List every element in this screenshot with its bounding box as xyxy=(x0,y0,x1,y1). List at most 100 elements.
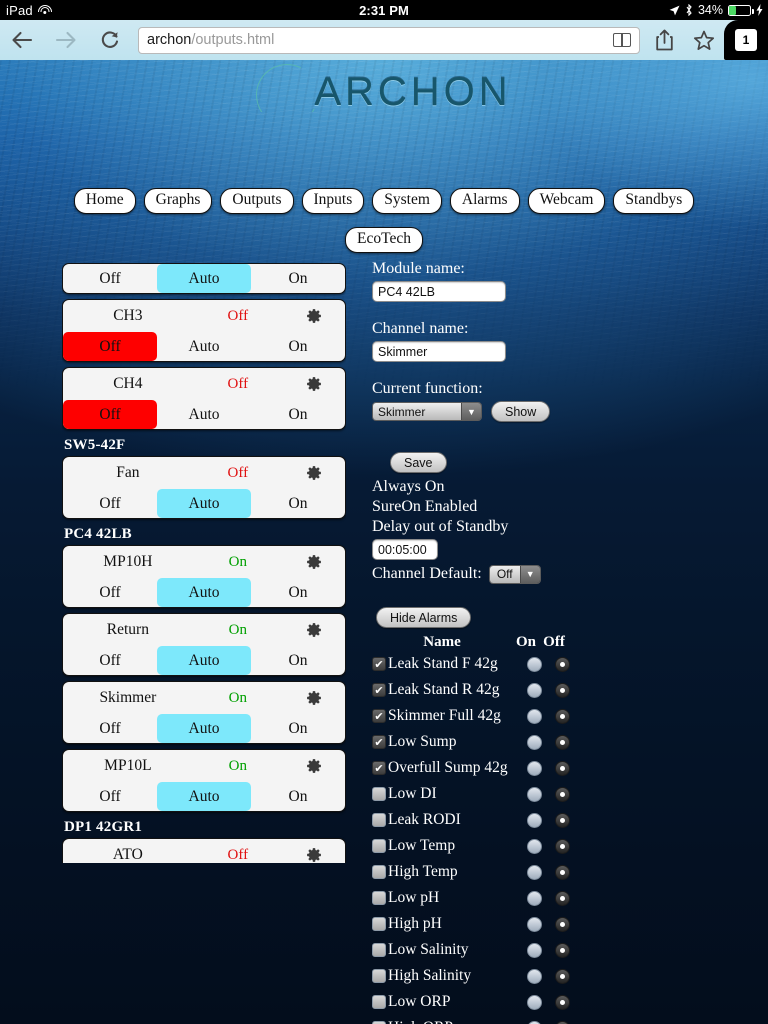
channel-card[interactable]: MP10L On Off Auto On xyxy=(62,749,346,812)
alarm-enable-checkbox[interactable] xyxy=(372,943,387,957)
alarm-row[interactable]: Overfull Sump 42g xyxy=(372,755,712,781)
channel-mode-selector[interactable]: Off Auto On xyxy=(63,646,345,675)
alarm-off-radio[interactable] xyxy=(548,812,576,828)
mode-auto-button[interactable]: Auto xyxy=(157,714,251,743)
alarm-on-radio[interactable] xyxy=(520,968,548,984)
alarm-on-radio[interactable] xyxy=(520,812,548,828)
alarm-off-radio[interactable] xyxy=(548,682,576,698)
alarm-enable-checkbox[interactable] xyxy=(372,917,387,931)
alarm-on-radio[interactable] xyxy=(520,786,548,802)
mode-on-button[interactable]: On xyxy=(251,646,345,675)
alarm-on-radio[interactable] xyxy=(520,994,548,1010)
alarm-on-radio[interactable] xyxy=(520,890,548,906)
save-button[interactable]: Save xyxy=(390,452,447,473)
channel-card[interactable]: Off Auto On xyxy=(62,263,346,294)
channel-settings-button[interactable] xyxy=(283,622,345,638)
tab-count-button[interactable]: 1 xyxy=(724,20,768,60)
alarm-off-radio[interactable] xyxy=(548,786,576,802)
bookmark-button[interactable] xyxy=(684,30,724,51)
alarm-row[interactable]: Leak RODI xyxy=(372,807,712,833)
alarm-enable-checkbox[interactable] xyxy=(372,839,387,853)
alarm-off-radio[interactable] xyxy=(548,916,576,932)
channel-mode-selector[interactable]: Off Auto On xyxy=(63,714,345,743)
alarm-enable-checkbox[interactable] xyxy=(372,657,387,671)
alarm-on-radio[interactable] xyxy=(520,656,548,672)
alarm-enable-checkbox[interactable] xyxy=(372,787,387,801)
alarm-row[interactable]: Low ORP xyxy=(372,989,712,1015)
mode-off-button[interactable]: Off xyxy=(63,264,157,293)
alarm-enable-checkbox[interactable] xyxy=(372,813,387,827)
nav-button-alarms[interactable]: Alarms xyxy=(449,188,520,214)
alarm-row[interactable]: High Temp xyxy=(372,859,712,885)
channel-settings-button[interactable] xyxy=(283,554,345,570)
back-button[interactable] xyxy=(0,30,44,50)
alarm-enable-checkbox[interactable] xyxy=(372,969,387,983)
channel-name-input[interactable]: Skimmer xyxy=(372,341,506,362)
alarm-row[interactable]: Skimmer Full 42g xyxy=(372,703,712,729)
alarm-off-radio[interactable] xyxy=(548,1020,576,1024)
alarm-enable-checkbox[interactable] xyxy=(372,709,387,723)
alarm-row[interactable]: High Salinity xyxy=(372,963,712,989)
nav-button-home[interactable]: Home xyxy=(73,188,136,214)
alarm-off-radio[interactable] xyxy=(548,968,576,984)
mode-on-button[interactable]: On xyxy=(251,578,345,607)
channel-list[interactable]: Off Auto On CH3 Off Off Auto On CH4 Off Off Auto On S… xyxy=(62,263,346,863)
mode-on-button[interactable]: On xyxy=(251,489,345,518)
channel-card[interactable]: Fan Off Off Auto On xyxy=(62,456,346,519)
channel-card[interactable]: Skimmer On Off Auto On xyxy=(62,681,346,744)
alarm-off-radio[interactable] xyxy=(548,734,576,750)
alarm-on-radio[interactable] xyxy=(520,916,548,932)
mode-off-button[interactable]: Off xyxy=(63,332,157,361)
current-function-select[interactable]: Skimmer ▼ xyxy=(372,402,482,421)
mode-on-button[interactable]: On xyxy=(251,332,345,361)
mode-on-button[interactable]: On xyxy=(251,400,345,429)
mode-off-button[interactable]: Off xyxy=(63,714,157,743)
channel-mode-selector[interactable]: Off Auto On xyxy=(63,332,345,361)
alarm-on-radio[interactable] xyxy=(520,708,548,724)
hide-alarms-button[interactable]: Hide Alarms xyxy=(376,607,472,628)
alarm-on-radio[interactable] xyxy=(520,1020,548,1024)
mode-auto-button[interactable]: Auto xyxy=(157,782,251,811)
nav-button-standbys[interactable]: Standbys xyxy=(613,188,695,214)
alarm-on-radio[interactable] xyxy=(520,734,548,750)
alarm-enable-checkbox[interactable] xyxy=(372,995,387,1009)
alarm-row[interactable]: Low pH xyxy=(372,885,712,911)
alarm-row[interactable]: Low DI xyxy=(372,781,712,807)
mode-off-button[interactable]: Off xyxy=(63,400,157,429)
channel-mode-selector[interactable]: Off Auto On xyxy=(63,578,345,607)
alarm-row[interactable]: Low Temp xyxy=(372,833,712,859)
alarm-off-radio[interactable] xyxy=(548,760,576,776)
mode-auto-button[interactable]: Auto xyxy=(157,489,251,518)
alarm-off-radio[interactable] xyxy=(548,942,576,958)
alarm-enable-checkbox[interactable] xyxy=(372,865,387,879)
alarm-enable-checkbox[interactable] xyxy=(372,683,387,697)
nav-button-webcam[interactable]: Webcam xyxy=(527,188,606,214)
nav-button-ecotech[interactable]: EcoTech xyxy=(345,227,423,253)
channel-settings-button[interactable] xyxy=(283,308,345,324)
channel-settings-button[interactable] xyxy=(283,690,345,706)
channel-mode-selector[interactable]: Off Auto On xyxy=(63,264,345,293)
mode-off-button[interactable]: Off xyxy=(63,646,157,675)
alarm-off-radio[interactable] xyxy=(548,656,576,672)
alarm-on-radio[interactable] xyxy=(520,682,548,698)
channel-settings-button[interactable] xyxy=(283,758,345,774)
alarm-on-radio[interactable] xyxy=(520,838,548,854)
reload-button[interactable] xyxy=(88,30,132,50)
channel-settings-button[interactable] xyxy=(283,465,345,481)
mode-auto-button[interactable]: Auto xyxy=(157,400,251,429)
share-button[interactable] xyxy=(644,29,684,51)
mode-auto-button[interactable]: Auto xyxy=(157,646,251,675)
mode-on-button[interactable]: On xyxy=(251,782,345,811)
channel-settings-button[interactable] xyxy=(283,376,345,392)
channel-mode-selector[interactable]: Off Auto On xyxy=(63,400,345,429)
mode-auto-button[interactable]: Auto xyxy=(157,578,251,607)
channel-mode-selector[interactable]: Off Auto On xyxy=(63,782,345,811)
alarm-off-radio[interactable] xyxy=(548,708,576,724)
mode-off-button[interactable]: Off xyxy=(63,578,157,607)
channel-card[interactable]: CH4 Off Off Auto On xyxy=(62,367,346,430)
channel-card[interactable]: CH3 Off Off Auto On xyxy=(62,299,346,362)
alarm-row[interactable]: High ORP xyxy=(372,1015,712,1024)
channel-mode-selector[interactable]: Off Auto On xyxy=(63,489,345,518)
channel-card[interactable]: MP10H On Off Auto On xyxy=(62,545,346,608)
alarm-enable-checkbox[interactable] xyxy=(372,891,387,905)
